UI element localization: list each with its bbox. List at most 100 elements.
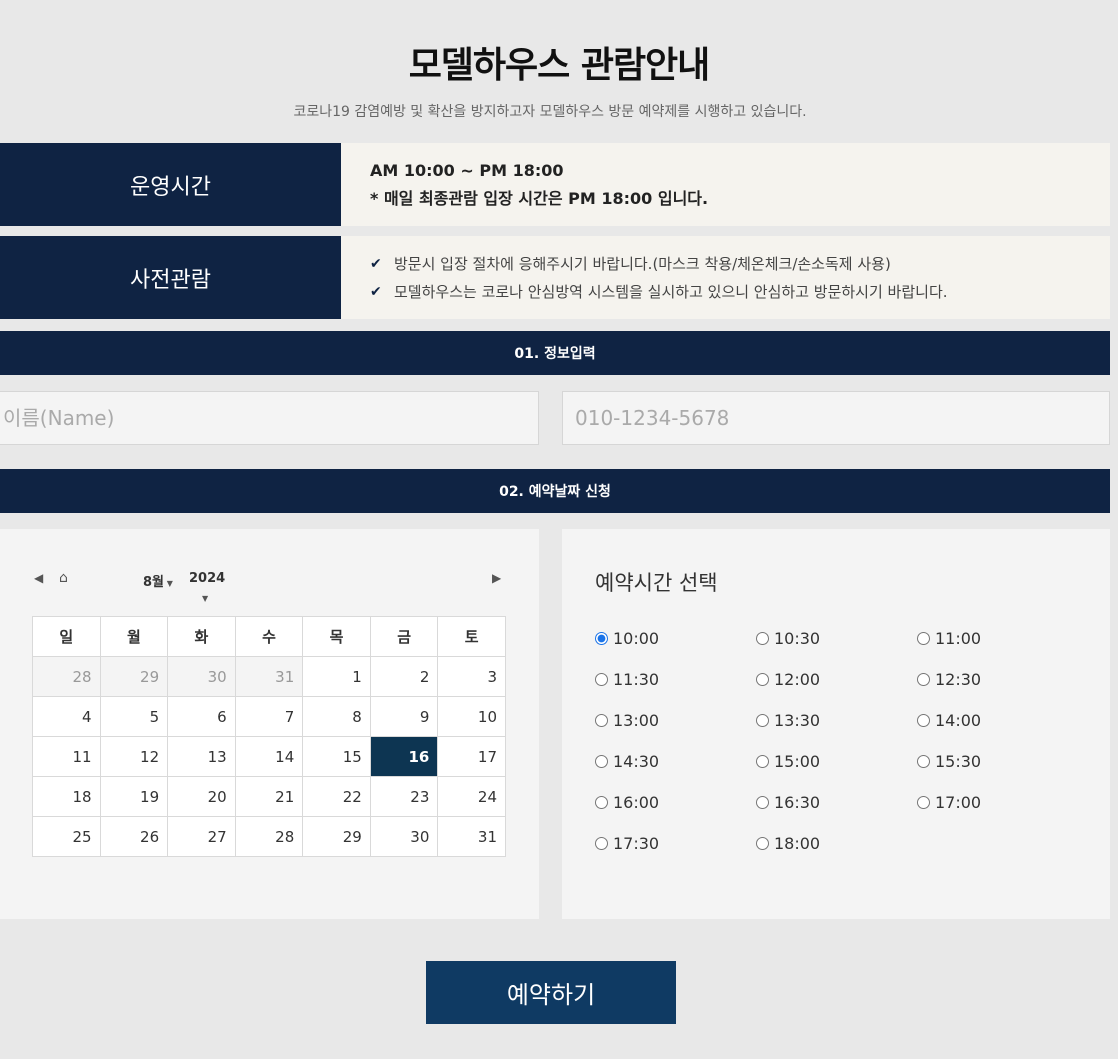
calendar-day[interactable]: 1 [302,656,371,697]
time-option[interactable]: 12:00 [756,670,820,689]
time-radio[interactable] [756,796,769,809]
calendar-day[interactable]: 8 [302,696,371,737]
calendar-day[interactable]: 22 [302,776,371,817]
calendar-day[interactable]: 6 [167,696,236,737]
calendar-day[interactable]: 4 [32,696,101,737]
time-option[interactable]: 10:00 [595,629,659,648]
calendar-day[interactable]: 23 [369,776,439,817]
time-option[interactable]: 17:00 [917,793,981,812]
phone-input[interactable] [562,391,1110,445]
time-option[interactable]: 18:00 [756,834,820,853]
page-subtitle: 코로나19 감염예방 및 확산을 방지하고자 모델하우스 방문 예약제를 시행하… [293,104,807,120]
name-input[interactable] [0,391,539,445]
time-radio[interactable] [756,837,769,850]
time-radio[interactable] [756,673,769,686]
calendar-day[interactable]: 28 [32,656,101,697]
calendar-day[interactable]: 18 [32,776,101,817]
calendar-day[interactable]: 31 [437,816,506,857]
time-option[interactable]: 16:00 [595,793,659,812]
time-radio[interactable] [595,632,608,645]
time-select-title: 예약시간 선택 [595,571,718,595]
check-icon: ✔ [370,255,382,272]
calendar-day[interactable]: 3 [437,656,506,697]
time-radio[interactable] [595,673,608,686]
time-option[interactable]: 15:00 [756,752,820,771]
calendar-day[interactable]: 27 [167,816,236,857]
calendar-day[interactable]: 31 [234,656,304,697]
calendar-day[interactable]: 9 [369,696,439,737]
time-radio[interactable] [756,714,769,727]
caret-down-icon: ▼ [164,579,173,588]
home-icon[interactable]: ⌂ [59,570,68,586]
calendar-day[interactable]: 13 [167,736,236,777]
weekday-row: 일월화수목금토 [32,616,506,657]
calendar-week-row: 18 19 20 21 22 23 24 [32,776,506,817]
calendar-day[interactable]: 5 [99,696,169,737]
calendar-week-row: 4 5 6 7 8 9 10 [32,696,506,737]
time-option-label: 12:00 [774,670,821,689]
time-option[interactable]: 10:30 [756,629,820,648]
month-select[interactable]: 8월 ▼ [143,571,173,590]
time-radio[interactable] [595,755,608,768]
calendar-day[interactable]: 14 [234,736,304,777]
time-option[interactable]: 14:30 [595,752,659,771]
calendar-day[interactable]: 30 [369,816,439,857]
prev-month-icon[interactable]: ◀ [34,571,48,585]
pre-visit-item: ✔ 방문시 입장 절차에 응해주시기 바랍니다.(마스크 착용/체온체크/손소독… [370,250,1110,278]
calendar-day[interactable]: 26 [99,816,169,857]
hours-note: * 매일 최종관람 입장 시간은 PM 18:00 입니다. [370,188,709,208]
weekday-header: 화 [167,616,236,657]
time-radio[interactable] [917,714,930,727]
calendar-day[interactable]: 7 [234,696,304,737]
time-option[interactable]: 15:30 [917,752,981,771]
reserve-button[interactable]: 예약하기 [426,961,676,1024]
next-month-icon[interactable]: ▶ [492,571,501,585]
calendar-day[interactable]: 16 [369,736,439,777]
time-option[interactable]: 16:30 [756,793,820,812]
calendar-day[interactable]: 24 [437,776,506,817]
time-radio[interactable] [756,755,769,768]
calendar-day[interactable]: 20 [167,776,236,817]
check-icon: ✔ [370,283,382,300]
time-radio[interactable] [917,673,930,686]
time-option[interactable]: 11:30 [595,670,659,689]
pre-visit-item-text: 모델하우스는 코로나 안심방역 시스템을 실시하고 있으니 안심하고 방문하시기… [394,282,948,301]
weekday-header: 토 [437,616,506,657]
calendar-day[interactable]: 10 [437,696,506,737]
caret-down-icon[interactable]: ▼ [202,594,208,603]
time-option-label: 11:30 [613,670,660,689]
calendar-day[interactable]: 17 [437,736,506,777]
pre-visit-item: ✔ 모델하우스는 코로나 안심방역 시스템을 실시하고 있으니 안심하고 방문하… [370,278,1110,306]
time-radio[interactable] [595,837,608,850]
year-select[interactable]: 2024 [189,571,225,586]
weekday-header: 수 [234,616,304,657]
time-radio[interactable] [595,796,608,809]
time-option-label: 17:30 [613,834,660,853]
calendar-day[interactable]: 11 [32,736,101,777]
time-option[interactable]: 12:30 [917,670,981,689]
calendar-day[interactable]: 15 [302,736,371,777]
time-radio[interactable] [917,632,930,645]
calendar-day[interactable]: 29 [99,656,169,697]
calendar-day[interactable]: 2 [369,656,439,697]
time-radio[interactable] [756,632,769,645]
calendar-day[interactable]: 12 [99,736,169,777]
time-option[interactable]: 13:00 [595,711,659,730]
calendar-day[interactable]: 21 [234,776,304,817]
time-radio[interactable] [917,796,930,809]
time-option-label: 15:30 [935,752,982,771]
time-option[interactable]: 17:30 [595,834,659,853]
hours-line: AM 10:00 ~ PM 18:00 [370,160,564,180]
calendar-day[interactable]: 25 [32,816,101,857]
calendar-day[interactable]: 30 [167,656,236,697]
time-option[interactable]: 14:00 [917,711,981,730]
time-radio[interactable] [595,714,608,727]
calendar-day[interactable]: 28 [234,816,304,857]
time-option-label: 10:30 [774,629,821,648]
time-option[interactable]: 11:00 [917,629,981,648]
time-option[interactable]: 13:30 [756,711,820,730]
time-option-label: 15:00 [774,752,821,771]
calendar-day[interactable]: 29 [302,816,371,857]
time-radio[interactable] [917,755,930,768]
calendar-day[interactable]: 19 [99,776,169,817]
